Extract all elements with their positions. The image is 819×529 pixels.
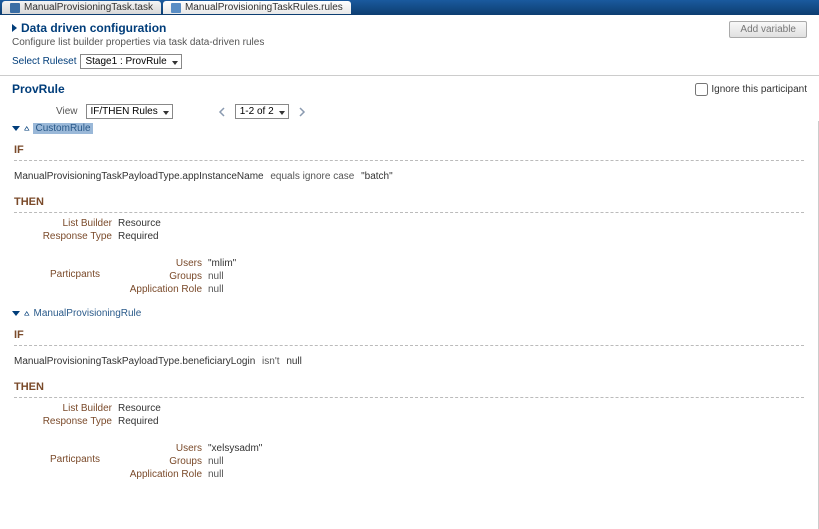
response-type-value: Required [118,231,159,242]
users-row: Users "xelsysadm" [112,442,262,455]
list-builder-row: List Builder Resource [32,217,804,230]
pager-value: 1-2 of 2 [240,106,274,117]
ruleset-dropdown[interactable]: Stage1 : ProvRule [80,54,181,69]
pager-next-button[interactable] [295,105,309,119]
condition-operator: equals ignore case [270,171,354,182]
participants-label: Particpants [50,257,112,296]
pager-dropdown[interactable]: 1-2 of 2 [235,104,289,119]
app-role-label: Application Role [112,284,202,295]
expand-toggle-icon[interactable] [12,311,20,316]
task-icon [10,3,20,13]
add-variable-button[interactable]: Add variable [729,21,807,38]
then-label: THEN [14,377,804,395]
rule-header: ProvRule Ignore this participant [0,76,819,100]
tab-task[interactable]: ManualProvisioningTask.task [2,1,161,14]
tab-bar: ManualProvisioningTask.task ManualProvis… [0,0,819,15]
rule-block: IF ManualProvisioningTaskPayloadType.app… [0,136,818,306]
groups-label: Groups [112,271,202,282]
response-type-label: Response Type [32,231,112,242]
response-type-label: Response Type [32,416,112,427]
groups-value: null [208,271,224,282]
list-builder-label: List Builder [32,403,112,414]
condition-lhs: ManualProvisioningTaskPayloadType.appIns… [14,171,264,182]
list-builder-value: Resource [118,218,161,229]
list-builder-row: List Builder Resource [32,402,804,415]
if-label: IF [14,140,804,158]
pager-prev-button[interactable] [215,105,229,119]
tab-rules-label: ManualProvisioningTaskRules.rules [185,2,343,13]
app-role-label: Application Role [112,469,202,480]
ruleset-row: Select Ruleset Stage1 : ProvRule [0,52,819,73]
groups-row: Groups null [112,455,262,468]
double-chevron-icon[interactable]: ⩟ [24,123,29,134]
rules-scroll-area[interactable]: ⩟ CustomRule IF ManualProvisioningTaskPa… [0,121,819,529]
if-label: IF [14,325,804,343]
view-mode-dropdown[interactable]: IF/THEN Rules [86,104,173,119]
response-type-row: Response Type Required [32,415,804,428]
if-condition: ManualProvisioningTaskPayloadType.benefi… [14,350,804,377]
response-type-row: Response Type Required [32,230,804,243]
users-row: Users "mlim" [112,257,236,270]
groups-row: Groups null [112,270,236,283]
view-mode-value: IF/THEN Rules [91,106,158,117]
double-chevron-icon[interactable]: ⩟ [24,308,29,319]
rule-node-row: ⩟ ManualProvisioningRule [0,306,818,321]
groups-label: Groups [112,456,202,467]
participants-block: Particpants Users "xelsysadm" Groups nul… [32,442,804,481]
section-title-text: Data driven configuration [21,21,166,35]
participants-label: Particpants [50,442,112,481]
chevron-left-icon [217,107,227,117]
then-label: THEN [14,192,804,210]
condition-operator: isn't [262,356,279,367]
rule-node-row: ⩟ CustomRule [0,121,818,136]
response-type-value: Required [118,416,159,427]
section-subtitle: Configure list builder properties via ta… [12,37,264,48]
tab-rules[interactable]: ManualProvisioningTaskRules.rules [163,1,351,14]
condition-rhs: null [286,356,302,367]
list-builder-value: Resource [118,403,161,414]
tab-task-label: ManualProvisioningTask.task [24,2,153,13]
app-role-value: null [208,284,224,295]
ignore-participant-checkbox[interactable] [695,83,708,96]
users-value: "xelsysadm" [208,443,262,454]
users-label: Users [112,443,202,454]
chevron-right-icon [297,107,307,117]
list-builder-label: List Builder [32,218,112,229]
condition-rhs: "batch" [361,171,393,182]
header: Data driven configuration Configure list… [0,15,819,52]
app-role-value: null [208,469,224,480]
section-title: Data driven configuration [12,21,264,35]
rule-name[interactable]: ManualProvisioningRule [33,308,141,319]
if-condition: ManualProvisioningTaskPayloadType.appIns… [14,165,804,192]
app-role-row: Application Role null [112,283,236,296]
condition-lhs: ManualProvisioningTaskPayloadType.benefi… [14,356,255,367]
view-row: View IF/THEN Rules 1-2 of 2 [0,100,819,121]
view-label: View [56,106,78,117]
expand-toggle-icon[interactable] [12,126,20,131]
users-label: Users [112,258,202,269]
ignore-participant-label: Ignore this participant [711,84,807,95]
rule-name[interactable]: CustomRule [33,123,92,134]
app-role-row: Application Role null [112,468,262,481]
rule-title: ProvRule [12,82,65,96]
disclosure-arrow-icon [12,24,17,32]
rules-icon [171,3,181,13]
ruleset-label: Select Ruleset [12,56,76,67]
participants-block: Particpants Users "mlim" Groups null App… [32,257,804,296]
rule-block: IF ManualProvisioningTaskPayloadType.ben… [0,321,818,491]
ruleset-dropdown-value: Stage1 : ProvRule [85,56,166,67]
users-value: "mlim" [208,258,236,269]
ignore-participant-row[interactable]: Ignore this participant [695,83,807,96]
groups-value: null [208,456,224,467]
